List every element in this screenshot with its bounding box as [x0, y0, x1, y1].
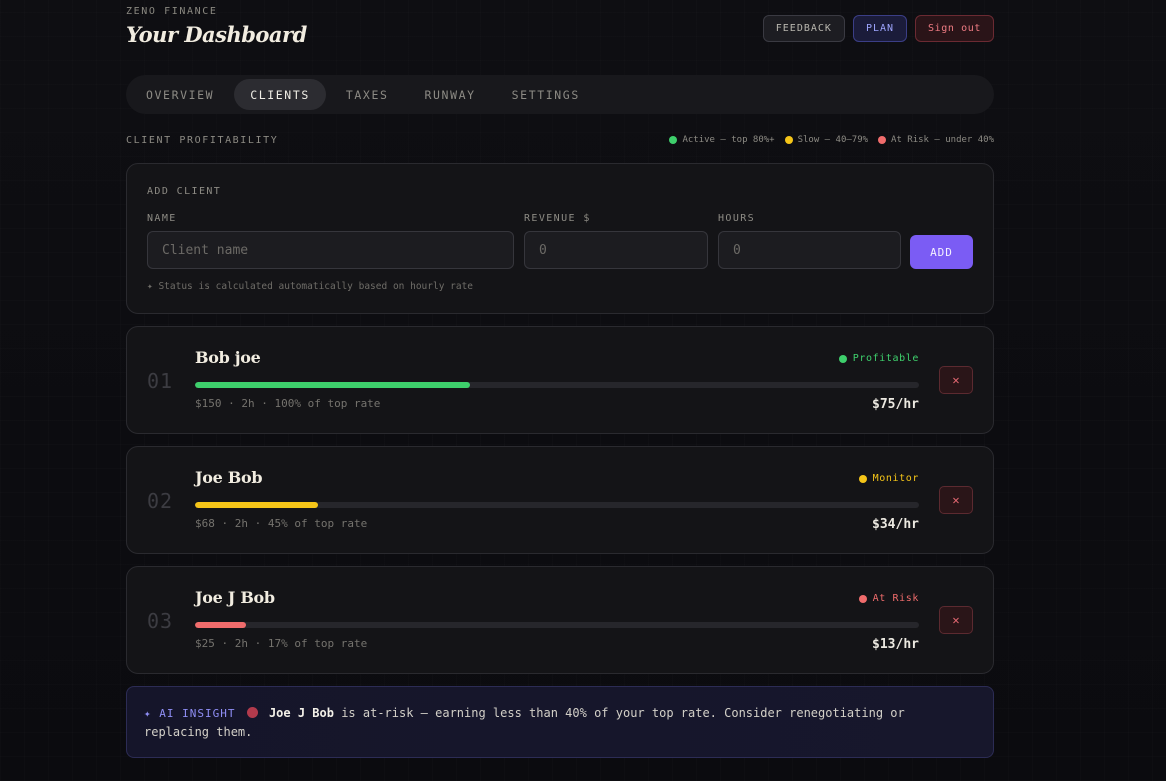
at-risk-indicator-icon [246, 707, 258, 718]
add-client-form: ADD CLIENT NAME REVENUE $ HOURS ADD ✦ St… [126, 163, 994, 314]
tab-settings[interactable]: SETTINGS [496, 79, 596, 110]
status-dot-icon [838, 354, 847, 363]
close-icon: ✕ [952, 493, 960, 507]
sign-out-button[interactable]: Sign out [915, 15, 994, 42]
legend-at-risk-dot-icon [878, 136, 887, 144]
section-title: CLIENT PROFITABILITY [126, 135, 279, 146]
hourly-rate: $75/hr [872, 397, 919, 412]
client-number: 03 [147, 609, 174, 633]
client-card: 02 Joe Bob Monitor $68 · 2h · 45% of top… [126, 446, 994, 554]
status-dot-icon [858, 474, 867, 483]
client-name: Joe Bob [195, 468, 263, 487]
profitability-bar-fill [195, 502, 319, 508]
add-client-title: ADD CLIENT [147, 186, 222, 197]
status-label: Monitor [872, 473, 919, 484]
ai-insight-tag: ✦ AI INSIGHT [144, 707, 236, 720]
status-badge: At Risk [858, 593, 919, 604]
client-meta: $150 · 2h · 100% of top rate [195, 397, 381, 410]
client-card: 03 Joe J Bob At Risk $25 · 2h · 17% of t… [126, 566, 994, 674]
status-hint: ✦ Status is calculated automatically bas… [147, 281, 474, 292]
hours-field-label: HOURS [718, 213, 756, 224]
profitability-bar [195, 622, 919, 628]
legend-active-label: Active — top 80%+ [682, 135, 775, 145]
client-name-input[interactable] [147, 231, 514, 269]
tab-overview[interactable]: OVERVIEW [130, 79, 230, 110]
tab-bar: OVERVIEW CLIENTS TAXES RUNWAY SETTINGS [126, 75, 994, 114]
feedback-button[interactable]: FEEDBACK [762, 15, 845, 42]
profitability-bar-fill [195, 622, 246, 628]
name-field-label: NAME [147, 213, 177, 224]
client-number: 01 [147, 369, 174, 393]
delete-client-button[interactable]: ✕ [939, 606, 973, 634]
insight-client-name: Joe J Bob [268, 706, 334, 720]
brand-name: ZENO FINANCE [126, 6, 218, 17]
profitability-bar-fill [195, 382, 471, 388]
client-card: 01 Bob joe Profitable $150 · 2h · 100% o… [126, 326, 994, 434]
status-label: Profitable [852, 353, 919, 364]
status-legend: Active — top 80%+ Slow — 40–79% At Risk … [669, 135, 994, 145]
add-client-button[interactable]: ADD [910, 235, 973, 269]
close-icon: ✕ [952, 613, 960, 627]
profitability-bar [195, 502, 919, 508]
header-actions: FEEDBACK PLAN Sign out [762, 15, 994, 42]
close-icon: ✕ [952, 373, 960, 387]
status-badge: Profitable [838, 353, 919, 364]
tab-taxes[interactable]: TAXES [330, 79, 405, 110]
tab-runway[interactable]: RUNWAY [409, 79, 492, 110]
hours-input[interactable] [718, 231, 901, 269]
legend-item-active: Active — top 80%+ [669, 135, 775, 145]
legend-slow-label: Slow — 40–79% [797, 135, 869, 145]
hourly-rate: $13/hr [872, 637, 919, 652]
status-dot-icon [858, 594, 867, 603]
delete-client-button[interactable]: ✕ [939, 366, 973, 394]
profitability-bar [195, 382, 919, 388]
delete-client-button[interactable]: ✕ [939, 486, 973, 514]
status-badge: Monitor [858, 473, 919, 484]
tab-clients[interactable]: CLIENTS [234, 79, 326, 110]
page: ZENO FINANCE Your Dashboard FEEDBACK PLA… [0, 0, 1166, 781]
legend-item-at-risk: At Risk — under 40% [878, 135, 994, 145]
client-name: Joe J Bob [195, 588, 275, 607]
legend-at-risk-label: At Risk — under 40% [891, 135, 994, 145]
legend-slow-dot-icon [784, 136, 793, 144]
page-title: Your Dashboard [126, 22, 307, 47]
client-name: Bob joe [195, 348, 261, 367]
client-meta: $68 · 2h · 45% of top rate [195, 517, 368, 530]
client-number: 02 [147, 489, 174, 513]
hourly-rate: $34/hr [872, 517, 919, 532]
revenue-field-label: REVENUE $ [524, 213, 591, 224]
plan-button[interactable]: PLAN [852, 15, 908, 42]
status-label: At Risk [872, 593, 919, 604]
insight-text: is at-risk — earning less than 40% of yo… [144, 706, 905, 739]
legend-item-slow: Slow — 40–79% [784, 135, 869, 145]
legend-active-dot-icon [669, 136, 678, 144]
client-meta: $25 · 2h · 17% of top rate [195, 637, 368, 650]
ai-insight-panel: ✦ AI INSIGHT Joe J Bob is at-risk — earn… [126, 686, 994, 758]
revenue-input[interactable] [524, 231, 708, 269]
